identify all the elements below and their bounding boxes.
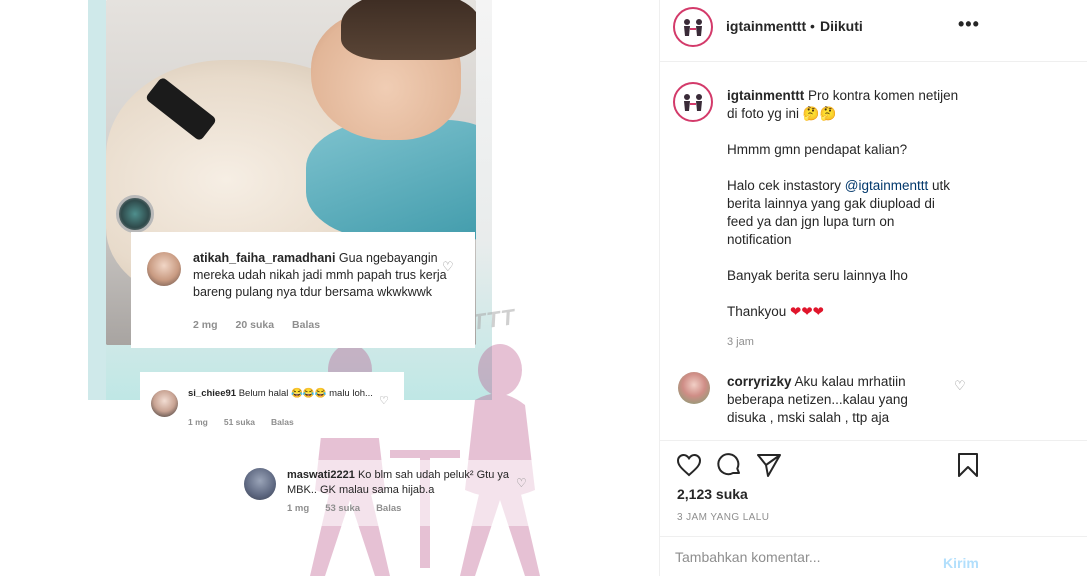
comment-time: 1 mg (287, 503, 310, 514)
header-username[interactable]: igtainmenttt (726, 18, 806, 34)
comment-time: 1 mg (188, 417, 208, 427)
comment-username: atikah_faiha_ramadhani (193, 251, 336, 265)
post-side-panel: igtainmenttt • Diikuti ••• igtainmenttt … (659, 0, 1087, 576)
comment-reply: Balas (292, 319, 321, 331)
comment-like-icon[interactable]: ♡ (954, 378, 966, 394)
caption-line: Banyak berita seru lainnya lho (727, 268, 908, 283)
post-header: igtainmenttt • Diikuti ••• (660, 0, 1087, 62)
post-caption: igtainmenttt Pro kontra komen netijen di… (727, 87, 962, 339)
screenshot-comment-card: atikah_faiha_ramadhani Gua ngebayangin m… (131, 232, 475, 348)
screenshot-comment-card: si_chiee91 Belum halal 😂😂😂 malu loh... 1… (140, 372, 404, 438)
watermark-silhouette-logo (310, 344, 540, 576)
comment-meta: 2 mg 20 suka Balas (193, 319, 320, 331)
avatar (151, 390, 178, 417)
comment-username: si_chiee91 (188, 388, 237, 399)
header-separator: • (810, 18, 815, 34)
profile-avatar[interactable] (673, 7, 713, 47)
following-button[interactable]: Diikuti (820, 18, 863, 34)
comment-meta: 1 mg 53 suka Balas (287, 503, 401, 514)
comment-likes: 53 suka (325, 503, 361, 514)
photo-watch (116, 195, 154, 233)
caption-username[interactable]: igtainmenttt (727, 88, 804, 103)
image-frame-edge (88, 0, 106, 400)
add-comment-bar: Kirim (660, 536, 1087, 576)
caption-line: Hmmm gmn pendapat kalian? (727, 142, 908, 157)
mention-link[interactable]: @igtainmenttt (845, 178, 929, 193)
commenter-avatar[interactable] (678, 372, 710, 404)
screenshot-comment-card: maswati2221 Ko blm sah udah peluk² Gtu y… (240, 460, 540, 526)
like-count[interactable]: 2,123 suka (677, 486, 748, 502)
post-image[interactable]: IGTAINMENTTT atikah_faiha_ramadhani Gua … (0, 0, 659, 576)
post-actions: 2,123 suka 3 JAM YANG LALU (660, 440, 1087, 536)
red-hearts-emoji: ❤❤❤ (790, 304, 824, 319)
profile-logo-icon (679, 88, 707, 116)
share-icon[interactable] (755, 451, 783, 479)
comment-username: maswati2221 (287, 469, 355, 481)
avatar (244, 468, 276, 500)
comment-reply: Balas (376, 503, 402, 514)
comment-likes: 20 suka (235, 319, 275, 331)
comment-time: 2 mg (193, 319, 218, 331)
comment-likes: 51 suka (223, 417, 256, 427)
avatar (147, 252, 181, 286)
heart-icon[interactable] (675, 451, 703, 479)
bookmark-icon[interactable] (954, 451, 982, 479)
comment-meta: 1 mg 51 suka Balas (188, 417, 294, 427)
photo-hair (341, 0, 476, 60)
comment-item: corryrizky Aku kalau mrhatiin beberapa n… (727, 373, 942, 427)
profile-logo-icon (679, 13, 707, 41)
comment-input[interactable] (675, 545, 935, 569)
more-options-icon[interactable]: ••• (958, 14, 980, 35)
commenter-username[interactable]: corryrizky (727, 374, 792, 389)
comment-reply: Balas (271, 417, 294, 427)
comment-icon[interactable] (715, 451, 743, 479)
comment-text: Belum halal 😂😂😂 malu loh... (238, 388, 373, 399)
post-timestamp[interactable]: 3 JAM YANG LALU (677, 512, 769, 523)
instagram-post-view: IGTAINMENTTT atikah_faiha_ramadhani Gua … (0, 0, 1087, 576)
caption-time[interactable]: 3 jam (727, 336, 754, 348)
heart-outline-icon: ♡ (379, 395, 389, 407)
caption-avatar[interactable] (673, 82, 713, 122)
heart-outline-icon: ♡ (442, 259, 454, 274)
post-comment-button[interactable]: Kirim (943, 555, 979, 571)
heart-outline-icon: ♡ (516, 476, 527, 490)
